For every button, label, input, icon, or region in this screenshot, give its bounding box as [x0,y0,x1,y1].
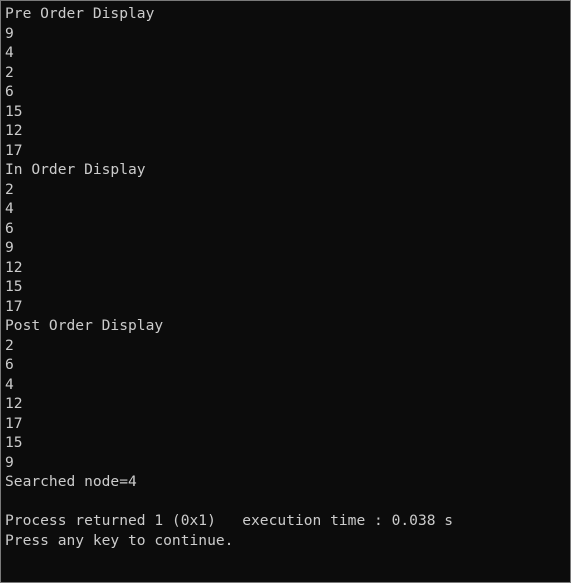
console-line-value: 2 [5,336,14,354]
console-line-value: 9 [5,239,14,256]
console-line-value: 4 [5,375,14,393]
console-line-value: 17 [5,297,23,315]
console-line-value: 4 [5,200,14,217]
console-line-continue-prompt: Press any key to continue. [5,531,234,549]
console-line-value: 15 [5,278,23,295]
console-line-blank [5,492,453,512]
console-line-value: 2 [5,180,14,198]
console-line-heading-postorder: Post Order Display [5,317,164,334]
console-line-value: 6 [5,219,14,237]
console-line-value: 15 [5,434,23,451]
console-window[interactable]: Pre Order Display 9 4 2 6 15 12 17 In Or… [0,0,571,583]
console-line-heading-preorder: Pre Order Display [5,5,155,22]
console-line-value: 2 [5,63,14,81]
console-output: Pre Order Display 9 4 2 6 15 12 17 In Or… [5,4,453,550]
console-line-value: 12 [5,258,23,276]
console-line-value: 17 [5,141,23,159]
console-line-value: 15 [5,102,23,120]
console-line-value: 6 [5,83,14,100]
console-line-search-result: Searched node=4 [5,473,137,490]
console-line-process-status: Process returned 1 (0x1) execution time … [5,512,454,529]
console-line-value: 12 [5,122,23,139]
console-line-value: 12 [5,395,23,412]
console-line-value: 17 [5,414,23,432]
console-line-heading-inorder: In Order Display [5,161,146,178]
console-line-value: 9 [5,453,14,471]
console-line-value: 6 [5,356,14,373]
console-line-value: 4 [5,44,14,61]
console-line-value: 9 [5,24,14,42]
